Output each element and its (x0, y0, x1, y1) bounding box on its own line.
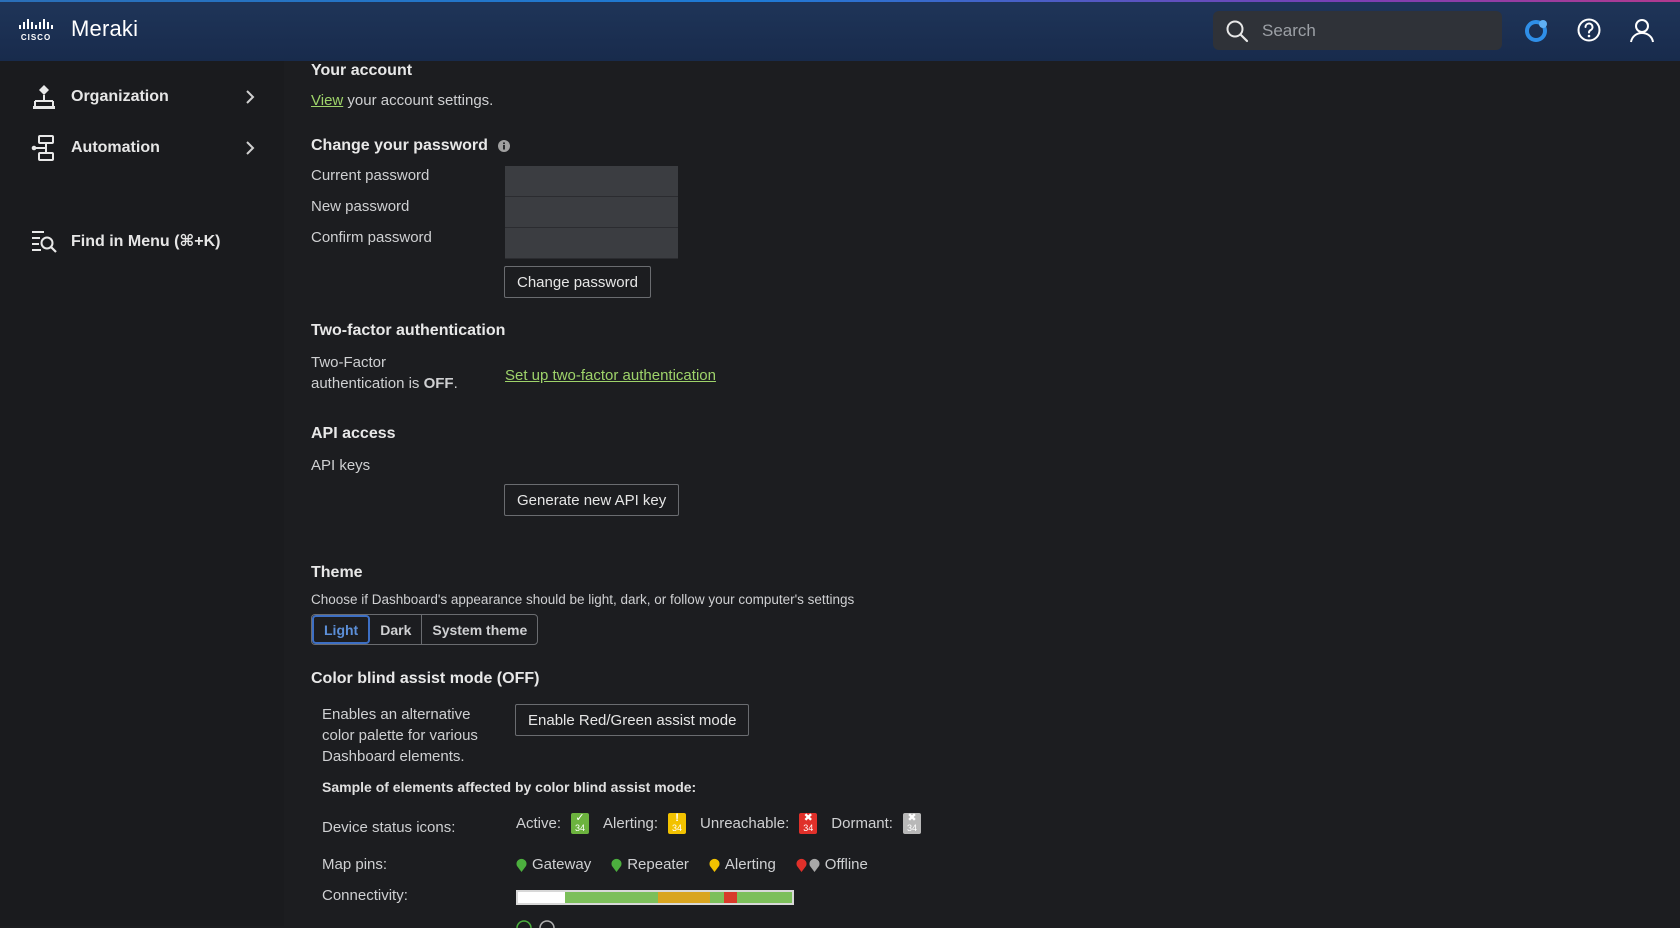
theme-option-dark[interactable]: Dark (370, 615, 423, 644)
status-dormant-number: 34 (906, 823, 917, 833)
enable-assist-mode-button[interactable]: Enable Red/Green assist mode (515, 704, 750, 736)
sidebar-item-label: Automation (71, 139, 160, 156)
two-factor-heading: Two-factor authentication (311, 322, 506, 339)
change-password-button[interactable]: Change password (504, 266, 651, 298)
find-in-menu-icon (30, 227, 58, 255)
assistant-icon[interactable] (1524, 17, 1550, 43)
current-password-label: Current password (311, 167, 430, 184)
sidebar-item-label: Find in Menu (⌘+K) (71, 233, 221, 250)
color-blind-desc-line3: Dashboard elements. (322, 748, 465, 765)
status-alerting-number: 34 (672, 823, 683, 833)
pin-gateway-label: Gateway (532, 856, 592, 873)
status-dormant-icon: ✖ 34 (902, 813, 921, 834)
automation-icon (30, 134, 58, 162)
cisco-logo-icon[interactable]: CISCO (18, 16, 60, 42)
confirm-password-label: Confirm password (311, 229, 432, 246)
header-accent-line (0, 0, 1680, 2)
status-unreachable-number: 34 (803, 823, 814, 833)
color-blind-desc-line1: Enables an alternative (322, 706, 471, 723)
status-dormant-label: Dormant: (831, 815, 893, 832)
status-alerting-label: Alerting: (603, 815, 659, 832)
view-account-rest: your account settings. (343, 92, 494, 109)
generate-api-key-button[interactable]: Generate new API key (504, 484, 680, 516)
chevron-right-icon (246, 90, 255, 104)
status-alerting-icon: ! 34 (668, 813, 687, 834)
connectivity-segment (518, 892, 565, 903)
confirm-password-field[interactable] (505, 228, 678, 259)
offline-pin-gray-icon (809, 858, 820, 872)
theme-option-light[interactable]: Light (312, 615, 371, 644)
theme-option-system[interactable]: System theme (422, 615, 537, 644)
color-blind-description: Enables an alternative color palette for… (322, 704, 478, 767)
search-bar[interactable]: Search (1213, 11, 1502, 50)
search-placeholder: Search (1262, 21, 1316, 40)
current-password-field[interactable] (505, 166, 678, 197)
offline-pin-red-icon (796, 858, 807, 872)
pin-repeater-label: Repeater (627, 856, 689, 873)
partial-indicator-icons (516, 920, 555, 928)
color-blind-desc-line2: color palette for various (322, 727, 478, 744)
status-active-number: 34 (575, 823, 586, 833)
two-factor-status-value: OFF (423, 375, 454, 392)
pin-alerting-label: Alerting (724, 856, 776, 873)
two-factor-status-suffix: . (453, 375, 458, 392)
change-password-heading-row: Change your password (311, 137, 510, 155)
connectivity-segment (737, 892, 792, 903)
top-bar: CISCO Meraki Search (0, 0, 1680, 61)
your-account-heading: Your account (311, 62, 413, 79)
api-keys-label: API keys (311, 457, 371, 474)
connectivity-segment (564, 892, 658, 903)
connectivity-bar (516, 890, 794, 905)
two-factor-status-prefix: authentication is (311, 375, 424, 392)
setup-two-factor-link[interactable]: Set up two-factor authentication (505, 367, 716, 384)
two-factor-status-line1: Two-Factor (311, 354, 387, 371)
info-icon[interactable] (497, 140, 510, 152)
connectivity-segment (723, 892, 738, 903)
sidebar-item-find-in-menu[interactable]: Find in Menu (⌘+K) (30, 226, 260, 256)
device-status-samples: Active: ✓ 34 Alerting: ! 34 Unreachable: ✖… (516, 813, 921, 834)
main-content: Your account View your account settings.… (284, 61, 1680, 928)
search-icon (1226, 20, 1249, 43)
status-active-label: Active: (516, 815, 562, 832)
map-pins-label: Map pins: (322, 856, 388, 873)
connectivity-segment (657, 892, 710, 903)
brand-name[interactable]: Meraki (71, 16, 138, 42)
pin-offline-label: Offline (824, 856, 868, 873)
new-password-label: New password (311, 198, 410, 215)
view-account-link[interactable]: View (311, 92, 343, 109)
sidebar-item-organization[interactable]: Organization (30, 82, 260, 112)
theme-selector: Light Dark System theme (311, 614, 539, 645)
map-pins-samples: Gateway Repeater Alerting Offline (516, 856, 868, 873)
connectivity-segment (709, 892, 724, 903)
change-password-heading: Change your password (311, 137, 488, 154)
api-access-heading: API access (311, 425, 396, 442)
two-factor-status-line2: authentication is OFF. (311, 373, 458, 394)
theme-heading: Theme (311, 564, 363, 581)
two-factor-status: Two-Factor authentication is OFF. (311, 352, 458, 394)
sidebar-item-automation[interactable]: Automation (30, 133, 260, 163)
connectivity-label: Connectivity: (322, 887, 408, 904)
user-icon[interactable] (1629, 17, 1655, 43)
organization-icon (30, 83, 58, 111)
gateway-pin-icon (516, 858, 527, 872)
status-unreachable-label: Unreachable: (700, 815, 790, 832)
status-active-icon: ✓ 34 (571, 813, 590, 834)
status-unreachable-icon: ✖ 34 (799, 813, 818, 834)
help-icon[interactable] (1576, 17, 1602, 43)
sidebar-item-label: Organization (71, 88, 169, 105)
repeater-pin-icon (611, 858, 622, 872)
theme-description: Choose if Dashboard's appearance should … (311, 592, 855, 607)
view-account-text: View your account settings. (311, 92, 493, 109)
sidebar: Organization Automation Find in Menu (⌘+… (0, 61, 284, 926)
sample-heading: Sample of elements affected by color bli… (322, 779, 697, 795)
alerting-pin-icon (709, 858, 720, 872)
svg-text:CISCO: CISCO (21, 33, 51, 42)
chevron-right-icon (246, 141, 255, 155)
color-blind-heading: Color blind assist mode (OFF) (311, 670, 540, 687)
device-status-label: Device status icons: (322, 819, 456, 836)
new-password-field[interactable] (505, 197, 678, 228)
